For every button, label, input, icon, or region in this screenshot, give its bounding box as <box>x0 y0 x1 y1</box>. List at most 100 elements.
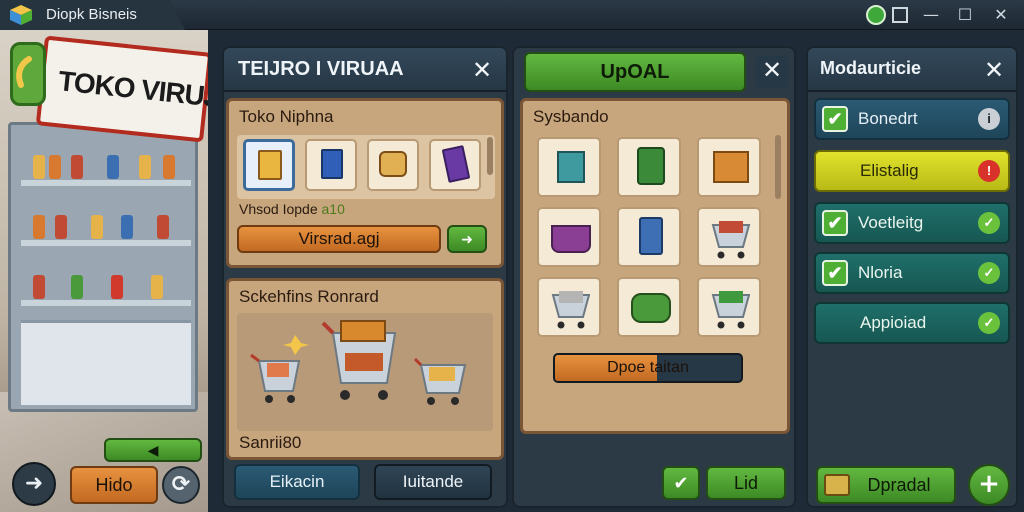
grid-item-cart-green[interactable] <box>697 277 761 337</box>
close-icon[interactable]: ✕ <box>466 56 498 84</box>
upload-button[interactable]: Dpradal <box>816 466 956 504</box>
snack-bag-icon <box>379 151 407 177</box>
close-icon[interactable]: ✕ <box>756 56 788 88</box>
hido-button[interactable]: Hido <box>70 466 158 504</box>
grid-item-blue-bag[interactable] <box>617 207 681 267</box>
item-slot-blue-box[interactable] <box>305 139 357 191</box>
refresh-button[interactable]: ⟳ <box>162 466 200 504</box>
grid-item-basket[interactable] <box>537 207 601 267</box>
info-icon: i <box>978 108 1000 130</box>
item-grid-scrollbar[interactable] <box>775 135 781 199</box>
panel-icon[interactable] <box>892 7 908 23</box>
check-circle-icon: ✓ <box>978 262 1000 284</box>
option-bonedrt[interactable]: ✔ Bonedrt i <box>814 98 1010 140</box>
add-button[interactable]: + <box>968 464 1010 506</box>
grid-item-cart-red[interactable] <box>697 207 761 267</box>
eikacin-button[interactable]: Eikacin <box>234 464 360 500</box>
check-circle-icon: ✓ <box>978 212 1000 234</box>
shelf-goods <box>163 155 175 179</box>
item-slot-cereal[interactable] <box>243 139 295 191</box>
shelf-goods <box>49 155 61 179</box>
shelf-goods <box>107 155 119 179</box>
option-label: Bonedrt <box>858 109 918 128</box>
settings-panel-header: Modaurticie ✕ <box>808 48 1016 92</box>
scene-small-button[interactable]: ◀ <box>104 438 202 462</box>
shopping-card-title: Sckehfins Ronrard <box>239 287 379 306</box>
item-grid-card: Sysbando Dpoe taitan <box>520 98 790 434</box>
shelf-goods <box>33 215 45 239</box>
minimize-button[interactable]: — <box>920 4 942 26</box>
status-icon[interactable] <box>866 5 886 25</box>
store-subtitle-value: a10 <box>321 201 345 217</box>
grid-item-green-bag[interactable] <box>617 137 681 197</box>
shopping-cart-icon <box>551 291 591 329</box>
check-circle-icon: ✓ <box>978 312 1000 334</box>
option-voetleitg[interactable]: ✔ Voetleitg ✓ <box>814 202 1010 244</box>
check-icon: ✔ <box>673 473 689 493</box>
crate-icon <box>713 151 749 183</box>
shop-sign-text: TOKO VIRUJA <box>56 65 208 115</box>
option-nloria[interactable]: ✔ Nloria ✓ <box>814 252 1010 294</box>
item-strip-scrollbar[interactable] <box>487 137 493 175</box>
upgrade-progress-label: Dpoe taitan <box>607 359 689 376</box>
item-grid-title: Sysbando <box>533 107 609 126</box>
shelf-board <box>21 180 191 186</box>
scene-badge[interactable] <box>10 42 46 106</box>
green-package-icon <box>631 293 671 323</box>
grid-item-cart-grey[interactable] <box>537 277 601 337</box>
shopping-cart-icon <box>711 221 751 259</box>
option-appioiad[interactable]: Appioiad ✓ <box>814 302 1010 344</box>
item-strip <box>237 135 495 199</box>
back-button[interactable]: ➜ <box>12 462 56 506</box>
shelf-cabinet <box>21 320 191 405</box>
upgrade-panel-title[interactable]: UpOAL <box>524 52 746 92</box>
purple-box-icon <box>441 145 471 183</box>
restore-button[interactable]: ☐ <box>954 4 976 26</box>
shelf-goods <box>33 275 45 299</box>
checkbox-checked-icon[interactable]: ✔ <box>822 106 848 132</box>
visit-arrow-button[interactable]: ➜ <box>447 225 487 253</box>
grid-item-crate[interactable] <box>697 137 761 197</box>
checkbox-checked-icon[interactable]: ✔ <box>822 210 848 236</box>
alert-icon: ! <box>978 160 1000 182</box>
store-info-title: Toko Niphna <box>239 107 334 126</box>
shelf-goods <box>121 215 133 239</box>
option-label: Appioiad <box>860 313 927 332</box>
shelf-goods <box>151 275 163 299</box>
left-arrow-icon: ◀ <box>147 442 159 458</box>
settings-panel-title: Modaurticie <box>820 58 922 78</box>
blue-box-icon <box>321 149 343 179</box>
upgrade-progress-bar: Dpoe taitan <box>553 353 743 383</box>
shopping-cart-icon <box>321 320 397 400</box>
shopping-cart-icon <box>413 357 467 405</box>
green-bag-icon <box>637 147 665 185</box>
close-icon[interactable]: ✕ <box>978 56 1010 84</box>
grid-item-teal-box[interactable] <box>537 137 601 197</box>
grid-item-green-package[interactable] <box>617 277 681 337</box>
lid-button[interactable]: Lid <box>706 466 786 500</box>
visit-store-button[interactable]: Virsrad.agj <box>237 225 441 253</box>
item-slot-purple-box[interactable] <box>429 139 481 191</box>
store-panel-title: TEIJRO I VIRUAA <box>238 58 404 80</box>
close-window-button[interactable]: ✕ <box>990 4 1012 26</box>
cart-illustration <box>250 320 467 405</box>
cart-display <box>237 313 493 431</box>
item-slot-snack[interactable] <box>367 139 419 191</box>
iuitande-button[interactable]: Iuitande <box>374 464 492 500</box>
cereal-box-icon <box>258 150 282 180</box>
settings-panel: Modaurticie ✕ ✔ Bonedrt i Elistalig ! ✔ … <box>806 46 1018 508</box>
checkbox-checked-icon[interactable]: ✔ <box>822 260 848 286</box>
teal-box-icon <box>557 151 585 183</box>
option-label: Voetleitg <box>858 213 924 232</box>
store-subtitle-text: Vhsod Iopde <box>239 201 318 217</box>
confirm-check-button[interactable]: ✔ <box>662 466 700 500</box>
store-panel-header: TEIJRO I VIRUAA ✕ <box>224 48 506 92</box>
option-label: Elistalig <box>860 161 919 180</box>
basket-icon <box>551 225 591 253</box>
shelf-board <box>21 240 191 246</box>
arrow-icon: ➜ <box>461 231 473 247</box>
shelf-goods <box>91 215 103 239</box>
option-elistalig[interactable]: Elistalig ! <box>814 150 1010 192</box>
shelf-goods <box>139 155 151 179</box>
shelf-goods <box>157 215 169 239</box>
